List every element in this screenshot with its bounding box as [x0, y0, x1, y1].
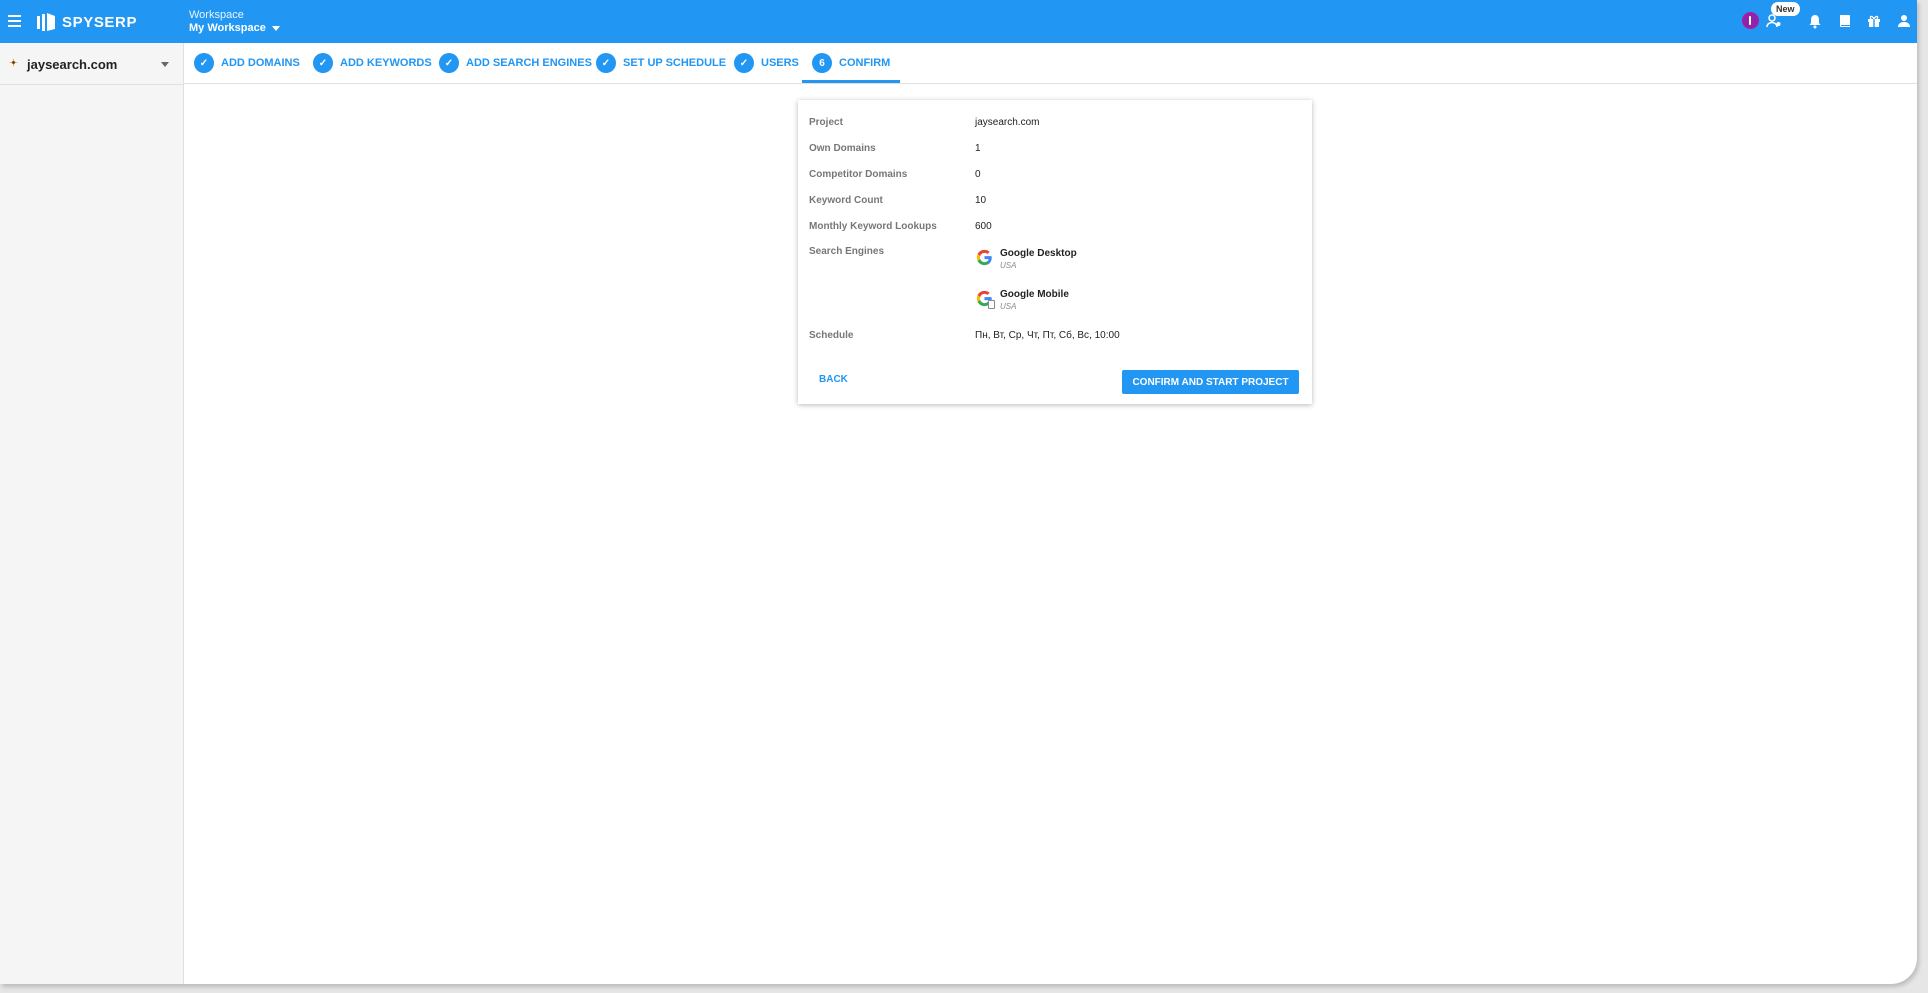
check-icon: ✓ [439, 53, 459, 73]
logo-text: SPYSERP [62, 13, 138, 31]
row-label: Keyword Count [809, 195, 883, 206]
search-engine-item: Google Desktop USA [975, 248, 1077, 271]
row-value: 600 [975, 221, 992, 232]
step-set-up-schedule[interactable]: ✓ SET UP SCHEDULE [596, 43, 726, 83]
project-favicon-icon [9, 58, 18, 67]
row-label: Competitor Domains [809, 169, 908, 180]
engine-country: USA [1000, 261, 1017, 270]
project-name: jaysearch.com [27, 57, 118, 72]
step-label: SET UP SCHEDULE [623, 57, 727, 69]
google-mobile-icon [975, 289, 995, 309]
search-engine-item: Google Mobile USA [975, 289, 1069, 312]
step-label: CONFIRM [839, 57, 891, 69]
confirm-summary-card: Project jaysearch.com Own Domains 1 Comp… [798, 100, 1312, 404]
step-add-search-engines[interactable]: ✓ ADD SEARCH ENGINES [439, 43, 592, 83]
chevron-down-icon [271, 26, 280, 31]
row-label: Project [809, 117, 843, 128]
step-users[interactable]: ✓ USERS [734, 43, 799, 83]
row-label: Own Domains [809, 143, 876, 154]
confirm-and-start-button[interactable]: CONFIRM AND START PROJECT [1122, 370, 1299, 394]
step-label: USERS [761, 57, 799, 69]
menu-icon[interactable] [8, 15, 21, 27]
engine-name: Google Mobile [1000, 289, 1069, 300]
check-icon: ✓ [734, 53, 754, 73]
chevron-down-icon [161, 62, 169, 67]
step-confirm[interactable]: 6 CONFIRM [802, 43, 901, 83]
row-value: Пн, Вт, Ср, Чт, Пт, Сб, Вс, 10:00 [975, 330, 1120, 341]
sidebar: jaysearch.com [0, 43, 184, 984]
back-button[interactable]: BACK [811, 370, 856, 389]
book-icon[interactable] [1837, 13, 1853, 29]
account-circle-icon[interactable] [1743, 13, 1758, 28]
bell-icon[interactable] [1807, 13, 1823, 29]
logo[interactable]: SPYSERP [36, 12, 137, 32]
step-number: 6 [812, 53, 832, 73]
wizard-stepper: ✓ ADD DOMAINS ✓ ADD KEYWORDS ✓ ADD SEARC… [184, 43, 1917, 84]
new-badge: New [1771, 2, 1800, 16]
check-icon: ✓ [313, 53, 333, 73]
step-add-keywords[interactable]: ✓ ADD KEYWORDS [313, 43, 432, 83]
app-window: SPYSERP Workspace My Workspace New jayse… [0, 0, 1917, 984]
step-label: ADD DOMAINS [221, 57, 300, 69]
project-select[interactable]: jaysearch.com [0, 43, 183, 85]
workspace-label: Workspace [189, 9, 244, 21]
row-value: jaysearch.com [975, 117, 1040, 128]
check-icon: ✓ [194, 53, 214, 73]
top-bar: SPYSERP Workspace My Workspace New [0, 0, 1917, 43]
mobile-icon [988, 300, 995, 309]
gift-icon[interactable] [1866, 13, 1882, 29]
step-label: ADD SEARCH ENGINES [466, 57, 592, 69]
row-label: Schedule [809, 330, 854, 341]
google-icon [975, 248, 994, 267]
user-icon[interactable] [1896, 13, 1912, 29]
logo-icon [37, 13, 55, 31]
workspace-name: My Workspace [189, 22, 266, 34]
engine-name: Google Desktop [1000, 248, 1077, 259]
row-value: 10 [975, 195, 987, 206]
workspace-select[interactable]: My Workspace [189, 22, 280, 35]
workspace-switcher[interactable]: Workspace My Workspace [189, 9, 280, 35]
row-label: Monthly Keyword Lookups [809, 221, 937, 232]
engine-country: USA [1000, 302, 1017, 311]
row-value: 1 [975, 143, 981, 154]
check-icon: ✓ [596, 53, 616, 73]
step-label: ADD KEYWORDS [340, 57, 432, 69]
row-value: 0 [975, 169, 981, 180]
step-add-domains[interactable]: ✓ ADD DOMAINS [194, 43, 300, 83]
row-label: Search Engines [809, 246, 885, 257]
